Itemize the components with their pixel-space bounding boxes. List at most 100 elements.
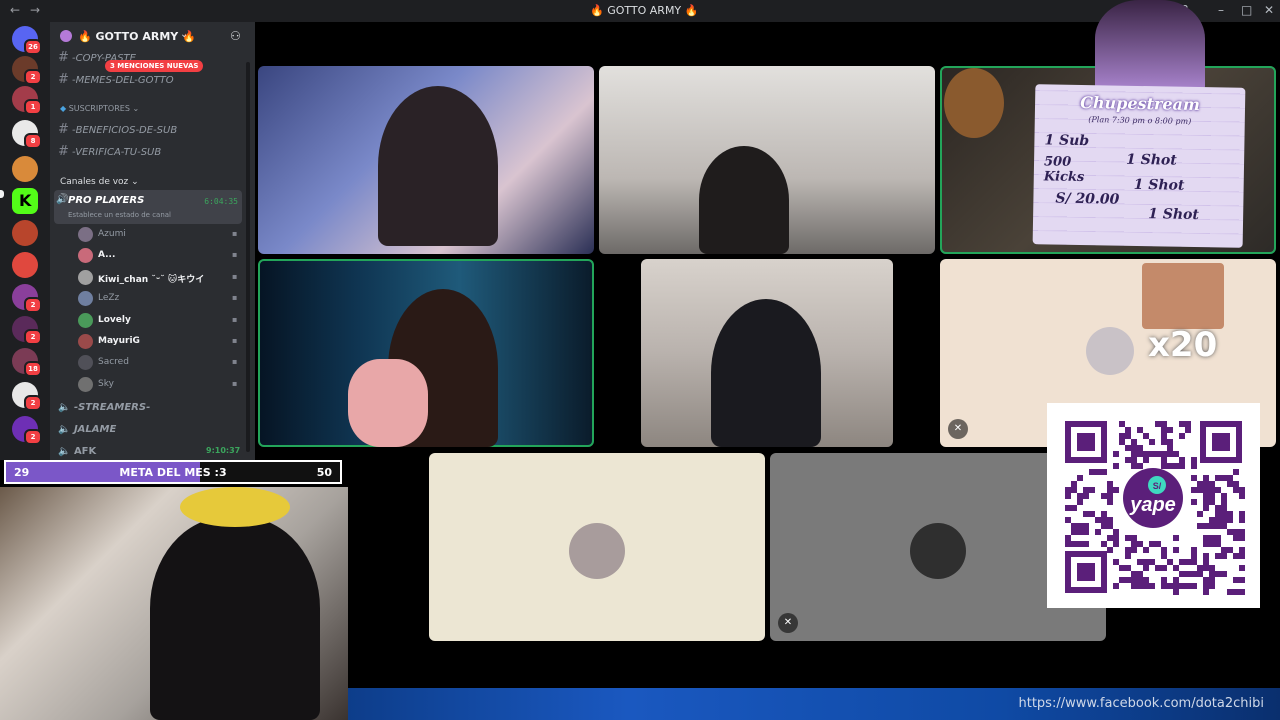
webcam-feed — [944, 68, 1004, 138]
qr-module — [1209, 571, 1215, 577]
qr-module — [1215, 505, 1221, 511]
member-name: Lovely — [98, 314, 131, 325]
qr-module — [1221, 523, 1227, 529]
qr-module — [1155, 451, 1161, 457]
server-icon[interactable]: 2 — [12, 56, 42, 85]
server-icon[interactable]: 1 — [12, 86, 42, 115]
chevron-down-icon[interactable]: ⌄ — [180, 29, 188, 40]
back-arrow-icon[interactable]: ← — [10, 3, 20, 17]
qr-module — [1131, 457, 1137, 463]
category-subscribers[interactable]: ◆ SUSCRIPTORES ⌄ — [60, 104, 139, 113]
qr-module — [1203, 535, 1209, 541]
server-icon[interactable]: 2 — [12, 382, 42, 411]
plan-row-left: 500 Kicks — [1043, 154, 1085, 186]
server-icon[interactable]: 2 — [12, 316, 42, 345]
channel-verify[interactable]: # -VERIFICA-TU-SUB — [58, 144, 161, 164]
video-tile[interactable] — [429, 453, 765, 641]
video-tile[interactable] — [258, 66, 594, 254]
qr-module — [1107, 535, 1113, 541]
mention-pill[interactable]: 3 MENCIONES NUEVAS — [105, 60, 204, 72]
voice-channel-afk[interactable]: 🔈 AFK 9:10:37 — [58, 446, 240, 460]
avatar — [78, 227, 93, 242]
channel-status-prompt[interactable]: Establece un estado de canal — [68, 211, 171, 219]
category-voice[interactable]: Canales de voz ⌄ — [60, 177, 139, 187]
qr-module — [1215, 511, 1221, 517]
qr-module — [1143, 457, 1149, 463]
qr-module — [1233, 589, 1239, 595]
avatar — [78, 312, 93, 328]
server-icon[interactable] — [12, 220, 38, 246]
server-name: 🔥 GOTTO ARMY 🔥 — [78, 30, 196, 43]
qr-module — [1119, 433, 1125, 439]
minimize-icon[interactable]: – — [1218, 3, 1224, 17]
video-tile[interactable] — [641, 259, 893, 447]
qr-module — [1137, 427, 1143, 433]
qr-module — [1089, 511, 1095, 517]
avatar — [78, 355, 93, 371]
qr-module — [1227, 529, 1233, 535]
qr-module — [1083, 493, 1089, 499]
server-icon[interactable]: 8 — [12, 120, 42, 149]
qr-module — [1203, 553, 1209, 559]
voice-channel-jalame[interactable]: 🔈 JALAME — [58, 424, 116, 444]
qr-module — [1221, 511, 1227, 517]
qr-module — [1197, 565, 1203, 571]
qr-module — [1131, 535, 1137, 541]
qr-module — [1197, 511, 1203, 517]
qr-module — [1239, 517, 1245, 523]
qr-module — [1233, 529, 1239, 535]
qr-module — [1203, 565, 1209, 571]
video-tile[interactable] — [258, 259, 594, 447]
server-icon[interactable] — [12, 252, 38, 278]
qr-module — [1083, 487, 1089, 493]
qr-module — [1167, 463, 1173, 469]
qr-module — [1131, 571, 1137, 577]
monthly-goal-bar: 29 META DEL MES :3 50 — [4, 460, 342, 484]
qr-module — [1197, 481, 1203, 487]
channel-benefits[interactable]: # -BENEFICIOS-DE-SUB — [58, 122, 177, 142]
add-member-icon[interactable]: ⚇ — [230, 29, 241, 43]
qr-module — [1071, 481, 1077, 487]
hash-icon: # — [58, 72, 69, 87]
category-label: SUSCRIPTORES — [68, 104, 130, 113]
camera-icon: ▪ — [232, 357, 238, 367]
server-icon[interactable]: 2 — [12, 284, 42, 313]
forward-arrow-icon[interactable]: → — [30, 3, 40, 17]
video-tile[interactable] — [599, 66, 935, 254]
server-icon[interactable]: 18 — [12, 348, 42, 377]
server-icon[interactable] — [12, 156, 38, 182]
channel-label: -BENEFICIOS-DE-SUB — [72, 125, 178, 136]
qr-module — [1131, 451, 1137, 457]
webcam-feed — [378, 86, 498, 246]
sidebar-scrollbar[interactable] — [246, 62, 250, 452]
server-icon[interactable]: 2 — [12, 416, 42, 445]
server-rail: 26 2 1 8 K 2 2 18 2 2 — [0, 22, 50, 460]
channel-memes[interactable]: # -MEMES-DEL-GOTTO — [58, 72, 174, 92]
qr-module — [1209, 577, 1215, 583]
qr-module — [1179, 433, 1185, 439]
qr-module — [1131, 577, 1137, 583]
maximize-icon[interactable]: □ — [1241, 3, 1252, 17]
notification-badge: 2 — [24, 395, 42, 411]
qr-module — [1095, 469, 1101, 475]
muted-mic-icon: ✕ — [778, 613, 798, 633]
voice-channel-streamers[interactable]: 🔈 -STREAMERS- — [58, 402, 150, 422]
kick-server-icon[interactable]: K — [12, 188, 38, 214]
qr-module — [1191, 463, 1197, 469]
discord-home-icon[interactable]: 26 — [12, 26, 42, 55]
qr-module — [1203, 577, 1209, 583]
qr-module — [1209, 493, 1215, 499]
qr-module — [1125, 445, 1131, 451]
voice-channel-pro-players[interactable]: 🔊 PRO PLAYERS 6:04:35 Establece un estad… — [54, 190, 242, 224]
close-icon[interactable]: ✕ — [1264, 3, 1274, 17]
qr-module — [1209, 583, 1215, 589]
member-name: A... — [98, 250, 116, 261]
server-header[interactable]: 🔥 GOTTO ARMY 🔥 ⌄ ⚇ — [50, 22, 255, 52]
avatar — [78, 248, 93, 264]
qr-module — [1179, 421, 1185, 427]
user-avatar — [569, 523, 625, 579]
qr-module — [1191, 499, 1197, 505]
qr-module — [1167, 559, 1173, 565]
qr-module — [1173, 463, 1179, 469]
qr-module — [1101, 511, 1107, 517]
